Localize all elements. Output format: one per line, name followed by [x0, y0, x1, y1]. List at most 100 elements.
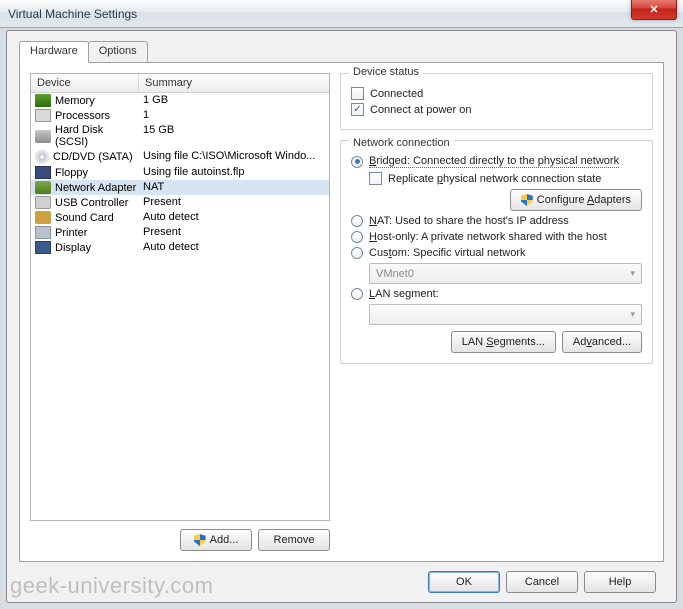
header-summary: Summary: [139, 74, 329, 92]
advanced-label: Advanced...: [573, 336, 631, 348]
tab-options[interactable]: Options: [88, 41, 148, 62]
bridged-label: Bridged: Connected directly to the physi…: [369, 155, 619, 168]
shield-icon: [194, 534, 206, 546]
device-summary: Using file C:\ISO\Microsoft Windo...: [139, 150, 329, 164]
custom-network-combo[interactable]: VMnet0: [369, 263, 642, 284]
device-summary: 1: [139, 109, 329, 122]
connect-power-label: Connect at power on: [370, 104, 472, 116]
lan-segment-combo[interactable]: [369, 304, 642, 325]
network-title: Network connection: [349, 137, 454, 149]
cancel-button[interactable]: Cancel: [506, 571, 578, 593]
cancel-label: Cancel: [525, 576, 559, 588]
host-only-label: Host-only: A private network shared with…: [369, 231, 607, 243]
lan-segments-button[interactable]: LAN Segments...: [451, 331, 556, 353]
help-label: Help: [609, 576, 632, 588]
tab-options-label: Options: [99, 45, 137, 57]
network-connection-group: Network connection Bridged: Connected di…: [340, 140, 653, 364]
checkbox-icon: ✓: [351, 103, 364, 116]
connect-power-checkbox[interactable]: ✓ Connect at power on: [351, 103, 642, 116]
lan-segment-label: LAN segment:: [369, 288, 439, 300]
right-column: Device status Connected ✓ Connect at pow…: [340, 73, 653, 551]
radio-nat[interactable]: NAT: Used to share the host's IP address: [351, 215, 642, 227]
sound-icon: [35, 211, 51, 224]
tab-page-hardware: Device Summary Memory1 GB Processors 1Hard…: [19, 63, 664, 562]
lan-segments-label: LAN Segments...: [462, 336, 545, 348]
device-name: Sound Card: [55, 212, 114, 224]
configure-adapters-button[interactable]: Configure Adapters: [510, 189, 642, 211]
radio-custom[interactable]: Custom: Specific virtual network: [351, 247, 642, 259]
add-button-label: Add...: [210, 534, 239, 546]
device-row[interactable]: CD/DVD (SATA) Using file C:\ISO\Microsoft…: [31, 149, 329, 165]
header-device: Device: [31, 74, 139, 92]
device-row[interactable]: USB Controller Present: [31, 195, 329, 210]
connected-label: Connected: [370, 88, 423, 100]
custom-label: Custom: Specific virtual network: [369, 247, 526, 259]
left-column: Device Summary Memory1 GB Processors 1Hard…: [30, 73, 330, 551]
device-list[interactable]: Device Summary Memory1 GB Processors 1Hard…: [30, 73, 330, 521]
device-summary: NAT: [139, 181, 329, 194]
device-summary: Present: [139, 196, 329, 209]
device-row[interactable]: Sound Card Auto detect: [31, 210, 329, 225]
device-row[interactable]: Display Auto detect: [31, 240, 329, 255]
close-button[interactable]: ✕: [631, 0, 677, 20]
title-bar: Virtual Machine Settings ✕: [0, 0, 683, 28]
radio-icon: [351, 156, 363, 168]
connected-checkbox[interactable]: Connected: [351, 87, 642, 100]
close-icon: ✕: [649, 3, 658, 16]
radio-icon: [351, 247, 363, 259]
tab-hardware[interactable]: Hardware: [19, 41, 89, 63]
replicate-checkbox[interactable]: Replicate physical network connection st…: [369, 172, 642, 185]
device-name: USB Controller: [55, 197, 128, 209]
checkbox-icon: [351, 87, 364, 100]
window-title: Virtual Machine Settings: [8, 7, 137, 21]
memory-icon: [35, 94, 51, 107]
printer-icon: [35, 226, 51, 239]
device-name: Printer: [55, 227, 87, 239]
watermark: geek-university.com: [10, 573, 214, 599]
tab-hardware-label: Hardware: [30, 45, 78, 57]
device-summary: 15 GB: [139, 124, 329, 148]
device-summary: Using file autoinst.flp: [139, 166, 329, 179]
nat-label: NAT: Used to share the host's IP address: [369, 215, 569, 227]
radio-icon: [351, 288, 363, 300]
device-row[interactable]: Printer Present: [31, 225, 329, 240]
custom-network-value: VMnet0: [376, 268, 414, 280]
device-row[interactable]: Network AdapterNAT: [31, 180, 329, 195]
device-name: Display: [55, 242, 91, 254]
radio-host-only[interactable]: Host-only: A private network shared with…: [351, 231, 642, 243]
device-name: Processors: [55, 110, 110, 122]
radio-icon: [351, 231, 363, 243]
device-summary: Auto detect: [139, 241, 329, 254]
remove-button[interactable]: Remove: [258, 529, 330, 551]
shield-icon: [521, 194, 533, 206]
cd-icon: [35, 150, 49, 164]
display-icon: [35, 241, 51, 254]
ok-label: OK: [456, 576, 472, 588]
radio-icon: [351, 215, 363, 227]
device-list-header: Device Summary: [31, 74, 329, 93]
device-row[interactable]: Floppy Using file autoinst.flp: [31, 165, 329, 180]
advanced-button[interactable]: Advanced...: [562, 331, 642, 353]
ok-button[interactable]: OK: [428, 571, 500, 593]
checkbox-icon: [369, 172, 382, 185]
device-name: Floppy: [55, 167, 88, 179]
device-name: Memory: [55, 95, 95, 107]
configure-adapters-label: Configure Adapters: [537, 194, 631, 206]
device-status-group: Device status Connected ✓ Connect at pow…: [340, 73, 653, 130]
device-summary: Present: [139, 226, 329, 239]
replicate-label: Replicate physical network connection st…: [388, 173, 601, 185]
radio-lan-segment[interactable]: LAN segment:: [351, 288, 642, 300]
device-name: CD/DVD (SATA): [53, 151, 133, 163]
tab-strip: Hardware Options: [19, 41, 664, 63]
device-status-title: Device status: [349, 66, 423, 78]
device-row[interactable]: Processors 1: [31, 108, 329, 123]
dialog-frame: Hardware Options Device Summary Memory1 …: [6, 30, 677, 603]
help-button[interactable]: Help: [584, 571, 656, 593]
device-name: Hard Disk (SCSI): [55, 124, 139, 148]
radio-bridged[interactable]: Bridged: Connected directly to the physi…: [351, 155, 642, 168]
add-button[interactable]: Add...: [180, 529, 252, 551]
device-summary: Auto detect: [139, 211, 329, 224]
net-icon: [35, 181, 51, 194]
device-row[interactable]: Hard Disk (SCSI)15 GB: [31, 123, 329, 149]
device-row[interactable]: Memory1 GB: [31, 93, 329, 108]
